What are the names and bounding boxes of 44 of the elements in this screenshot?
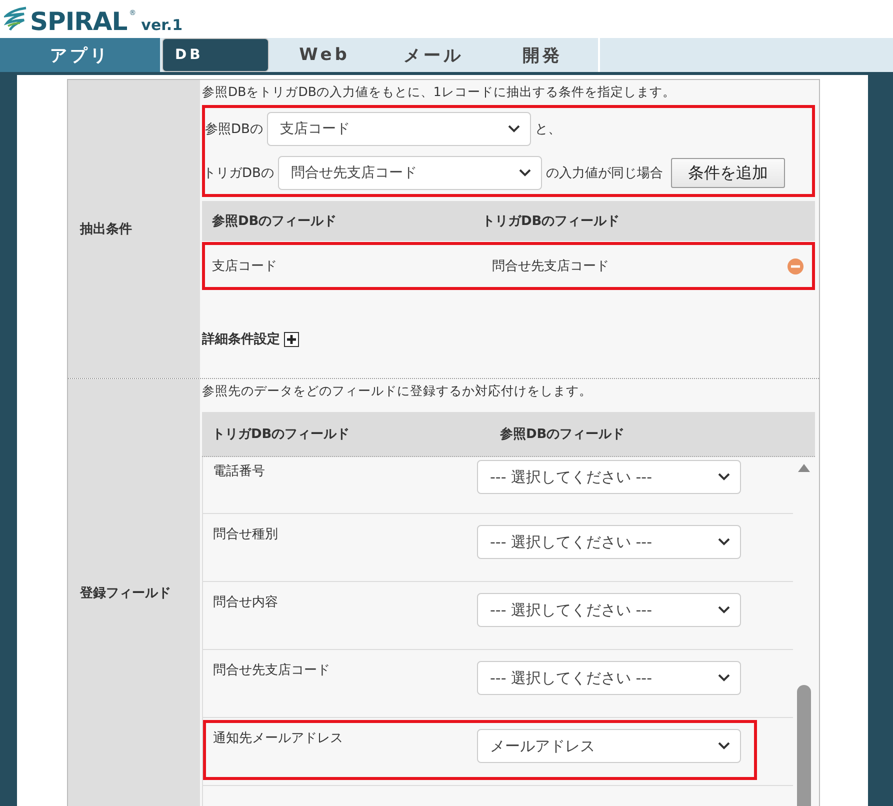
trigger-label: トリガDBの — [203, 165, 274, 182]
table-cell-text: 問合せ先支店コード — [492, 258, 610, 275]
nav-tab[interactable]: DB — [162, 38, 269, 72]
reference-dropdown[interactable]: 支店コード — [266, 112, 531, 146]
chevron-down-icon — [718, 473, 730, 481]
logo-wordmark: SPIRAL — [30, 7, 128, 36]
field-dropdown[interactable]: --- 選択してください --- — [477, 661, 741, 695]
table-cell-text: 支店コード — [211, 258, 278, 275]
section-description: 参照DBをトリガDBの入力値をもとに、1レコードに抽出する条件を指定します。 — [202, 83, 676, 101]
field-name: 問合せ先支店コード — [213, 662, 331, 679]
scroll-up-icon[interactable] — [797, 463, 811, 473]
field-dropdown[interactable]: --- 選択してください --- — [477, 460, 741, 494]
version-label: ver.1 — [141, 16, 183, 34]
chevron-down-icon — [718, 538, 730, 546]
field-dropdown[interactable]: --- 選択してください --- — [477, 593, 741, 627]
reference-label: 参照DBの — [205, 121, 263, 138]
field-name: 問合せ種別 — [213, 526, 279, 543]
column-header: 参照DBのフィールド — [211, 213, 338, 230]
field-name: 通知先メールアドレス — [213, 730, 344, 747]
field-name: 電話番号 — [213, 463, 266, 480]
add-condition-button[interactable]: 条件を追加 — [670, 158, 785, 188]
column-header: トリガDBのフィールド — [482, 213, 620, 230]
column-header: 参照DBのフィールド — [499, 426, 625, 443]
detail-settings-label: 詳細条件設定 — [202, 330, 280, 348]
chevron-down-icon — [508, 125, 520, 133]
section-label: 抽出条件 — [68, 80, 200, 378]
field-name: 問合せ内容 — [213, 594, 279, 611]
field-dropdown[interactable]: --- 選択してください --- — [477, 525, 741, 559]
scrollbar-thumb[interactable] — [797, 685, 811, 806]
column-header: トリガDBのフィールド — [211, 426, 351, 443]
conjunction-label: と、 — [534, 121, 561, 138]
chevron-down-icon — [718, 606, 730, 614]
chevron-down-icon — [518, 169, 531, 177]
field-dropdown[interactable]: メールアドレス — [477, 729, 741, 763]
chevron-down-icon — [718, 742, 730, 750]
logo-swirl-icon — [4, 6, 28, 32]
condition-label: の入力値が同じ場合 — [546, 165, 663, 182]
chevron-down-icon — [718, 674, 730, 682]
section-description: 参照先のデータをどのフィールドに登録するか対応付けをします。 — [202, 382, 593, 400]
remove-icon[interactable] — [787, 258, 804, 274]
expand-plus-icon[interactable] — [284, 332, 299, 346]
nav-tab[interactable]: アプリ — [0, 38, 160, 72]
trigger-dropdown[interactable]: 問合せ先支店コード — [278, 156, 542, 190]
section-label: 登録フィールド — [68, 379, 200, 806]
